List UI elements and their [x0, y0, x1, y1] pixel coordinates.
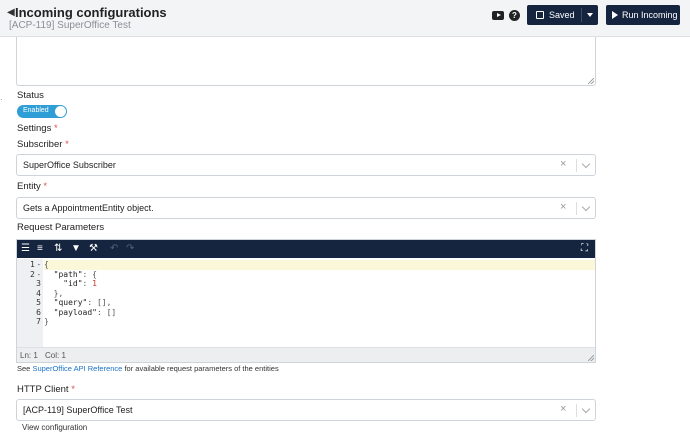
status-label: Status [17, 90, 44, 101]
split-divider [581, 8, 582, 22]
resize-handle[interactable] [588, 355, 594, 361]
code-line: "id": 1 [44, 279, 97, 289]
http-client-label-text: HTTP Client [17, 384, 69, 395]
settings-label: Settings * [17, 123, 58, 134]
code-line: }, [44, 288, 64, 299]
help-icon[interactable]: ? [509, 10, 520, 21]
clear-icon[interactable]: × [560, 403, 566, 415]
line-number: 6 [36, 307, 41, 317]
play-icon [612, 11, 618, 19]
code-token: { [44, 260, 49, 269]
request-parameters-label: Request Parameters [17, 222, 105, 233]
api-reference-link[interactable]: SuperOffice API Reference [32, 364, 122, 373]
left-rail: · [0, 37, 7, 442]
code-token: : { [82, 269, 97, 279]
column-status: Col: 1 [45, 351, 66, 360]
code-line: "path": { [44, 270, 97, 280]
hint-prefix: See [17, 364, 33, 373]
subscriber-label-text: Subscriber [17, 139, 63, 150]
subscriber-select[interactable]: SuperOffice Subscriber × [16, 154, 596, 176]
line-number: 3 [36, 279, 41, 288]
line-number: 1- [29, 260, 41, 269]
redo-icon[interactable]: ↷ [126, 243, 134, 255]
code-token: } [44, 317, 49, 326]
code-token: "payload" [44, 307, 97, 317]
page-title: Incoming configurations [15, 5, 167, 20]
api-reference-hint: See SuperOffice API Reference for availa… [17, 364, 279, 373]
chevron-down-icon[interactable] [581, 202, 591, 212]
chevron-down-icon[interactable] [581, 159, 591, 169]
active-line-highlight [44, 260, 595, 270]
fullscreen-icon[interactable]: ⛶ [581, 243, 588, 255]
save-icon [536, 11, 544, 19]
status-toggle[interactable]: Enabled [17, 105, 67, 118]
fold-marker-icon[interactable]: - [37, 271, 41, 279]
subscriber-label: Subscriber * [17, 139, 69, 150]
settings-label-text: Settings [17, 123, 52, 134]
code-token: 1 [92, 279, 97, 288]
run-incoming-button[interactable]: Run Incoming [606, 5, 680, 25]
page-header: ◀ Incoming configurations [ACP-119] Supe… [0, 0, 690, 37]
editor-toolbar: ☰ ≡ ⇅ ▼ ⚒ ↶ ↷ ⛶ [17, 240, 595, 258]
line-number: 2- [29, 269, 41, 279]
code-token: : [], [87, 298, 112, 307]
line-gutter: 1-2-34567 [17, 259, 43, 347]
entity-label-text: Entity [17, 181, 41, 192]
select-separator [576, 404, 577, 417]
fold-marker-icon[interactable]: - [37, 261, 41, 269]
json-editor[interactable]: ☰ ≡ ⇅ ▼ ⚒ ↶ ↷ ⛶ 1-2-34567 Ln: 1 Col: 1 {… [16, 239, 596, 363]
rail-marker: · [0, 95, 3, 104]
youtube-icon[interactable] [492, 11, 504, 20]
select-separator [576, 159, 577, 172]
required-mark: * [53, 123, 58, 134]
clear-icon[interactable]: × [560, 158, 566, 170]
repair-icon[interactable]: ⚒ [89, 243, 98, 255]
line-number: 4 [36, 288, 41, 298]
toggle-knob [55, 106, 66, 117]
http-client-value: [ACP-119] SuperOffice Test [23, 405, 133, 415]
chevron-left-icon[interactable]: ◀ [7, 7, 15, 18]
format-icon[interactable]: ☰ [21, 243, 30, 255]
saved-button-label: Saved [549, 10, 575, 20]
description-textarea[interactable] [16, 37, 596, 86]
entity-value: Gets a AppointmentEntity object. [23, 203, 154, 213]
code-line: "payload": [] [44, 307, 117, 318]
select-separator [576, 202, 577, 215]
sort-icon[interactable]: ⇅ [54, 243, 62, 255]
line-status: Ln: 1 [20, 351, 38, 360]
code-token: "query" [44, 298, 88, 307]
code-token: }, [44, 288, 64, 298]
required-mark: * [65, 139, 69, 150]
subscriber-value: SuperOffice Subscriber [23, 160, 116, 170]
code-line: } [44, 317, 49, 327]
hint-suffix: for available request parameters of the … [122, 364, 279, 373]
required-mark: * [71, 384, 75, 395]
status-toggle-text: Enabled [23, 107, 49, 114]
editor-statusbar: Ln: 1 Col: 1 [17, 347, 595, 362]
compact-icon[interactable]: ≡ [37, 243, 43, 255]
run-incoming-label: Run Incoming [622, 10, 678, 20]
line-number: 7 [36, 317, 41, 326]
view-configuration-link[interactable]: View configuration [22, 423, 87, 432]
caret-down-icon[interactable] [587, 13, 593, 17]
required-mark: * [43, 181, 48, 192]
http-client-label: HTTP Client * [17, 384, 75, 395]
filter-icon[interactable]: ▼ [71, 243, 81, 255]
code-token: "id" [44, 279, 83, 288]
page-subtitle: [ACP-119] SuperOffice Test [9, 20, 131, 31]
code-line: { [44, 260, 49, 270]
entity-select[interactable]: Gets a AppointmentEntity object. × [16, 197, 596, 219]
entity-label: Entity * [17, 181, 47, 192]
resize-handle[interactable] [588, 78, 594, 84]
code-line: "query": [], [44, 298, 112, 308]
chevron-down-icon[interactable] [581, 404, 591, 414]
code-token: "path" [44, 269, 83, 279]
line-number: 5 [36, 298, 41, 307]
undo-icon[interactable]: ↶ [110, 243, 118, 255]
saved-button[interactable]: Saved [527, 5, 598, 25]
code-token: : [82, 279, 93, 288]
code-token: : [] [96, 307, 117, 317]
clear-icon[interactable]: × [560, 201, 566, 213]
http-client-select[interactable]: [ACP-119] SuperOffice Test × [16, 399, 596, 421]
